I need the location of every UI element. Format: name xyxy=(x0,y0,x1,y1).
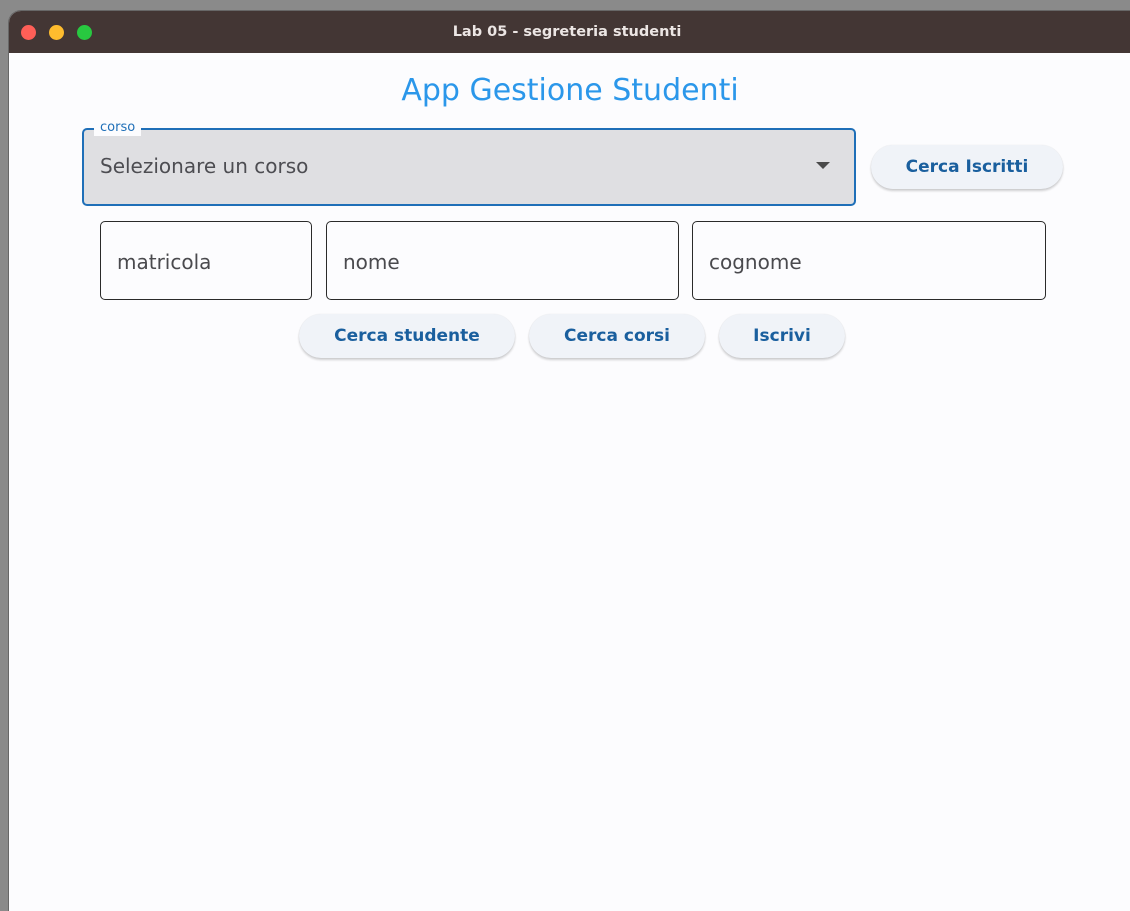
cognome-field-text: cognome xyxy=(709,250,802,274)
cerca-iscritti-button[interactable]: Cerca Iscritti xyxy=(871,145,1063,189)
page-title: App Gestione Studenti xyxy=(401,73,739,108)
corso-dropdown-label: corso xyxy=(94,120,142,136)
arrow-drop-down-icon[interactable] xyxy=(816,162,830,169)
cerca-studente-button[interactable]: Cerca studente xyxy=(299,314,515,358)
cognome-field[interactable]: cognome xyxy=(692,221,1046,300)
corso-dropdown[interactable]: corso Selezionare un corso xyxy=(82,120,856,206)
app-window: Lab 05 - segreteria studenti App Gestion… xyxy=(9,11,1130,911)
matricola-field-text: matricola xyxy=(117,250,212,274)
cerca-corsi-button[interactable]: Cerca corsi xyxy=(529,314,705,358)
close-window-button[interactable] xyxy=(21,25,36,40)
corso-dropdown-value: Selezionare un corso xyxy=(100,154,309,178)
nome-field[interactable]: nome xyxy=(326,221,679,300)
nome-field-text: nome xyxy=(343,250,400,274)
minimize-window-button[interactable] xyxy=(49,25,64,40)
window-titlebar[interactable]: Lab 05 - segreteria studenti xyxy=(9,11,1130,53)
matricola-field[interactable]: matricola xyxy=(100,221,312,300)
zoom-window-button[interactable] xyxy=(77,25,92,40)
iscrivi-button[interactable]: Iscrivi xyxy=(719,314,845,358)
window-title: Lab 05 - segreteria studenti xyxy=(452,24,682,40)
